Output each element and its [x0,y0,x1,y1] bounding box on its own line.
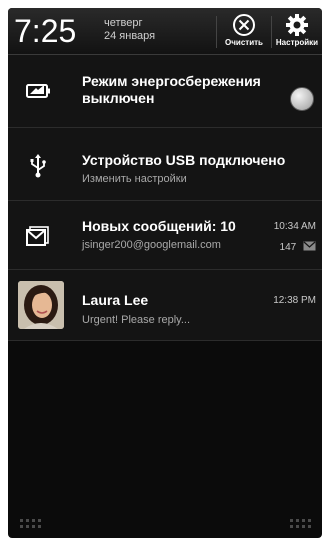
notification-subtitle: jsinger200@googlemail.com [82,239,221,251]
gmail-icon [18,225,58,252]
notification-panel: 7:25 четверг 24 января Очистить Настройк… [8,8,322,538]
notification-title: Laura Lee [82,292,149,308]
message-count-block: 147 [280,241,316,254]
clock-time: 7:25 [14,13,77,49]
status-header: 7:25 четверг 24 января Очистить Настройк… [8,8,322,55]
notification-message[interactable]: Laura Lee Urgent! Please reply... 12:38 … [8,270,322,341]
notification-subtitle: Изменить настройки [82,173,187,185]
notification-title: Режим энергосбережения выключен [82,73,261,107]
clear-icon [217,12,271,38]
weekday-label: четверг [104,17,143,29]
title-line: Режим энергосбережения [82,73,261,89]
drag-handle-right[interactable] [290,519,312,532]
clear-label: Очистить [225,38,263,47]
date-label: 24 января [104,30,156,42]
notification-time: 12:38 PM [273,295,316,306]
battery-saver-toggle[interactable] [290,87,314,111]
notification-battery-saver[interactable]: Режим энергосбережения выключен [8,55,322,128]
notification-title: Новых сообщений: 10 [82,218,236,234]
battery-saver-icon [18,81,58,106]
message-count: 147 [279,242,297,254]
notification-usb[interactable]: Устройство USB подключено Изменить настр… [8,128,322,201]
notification-time: 10:34 AM [273,221,316,232]
contact-avatar [18,281,64,329]
gear-icon [270,12,322,38]
clear-button[interactable]: Очистить [217,12,271,52]
settings-label: Настройки [275,38,319,47]
drag-handle-left[interactable] [20,519,42,532]
notification-subtitle: Urgent! Please reply... [82,314,191,326]
date-block: четверг 24 января [104,17,155,43]
usb-icon [18,154,58,183]
settings-button[interactable]: Настройки [270,12,322,52]
notification-title: Устройство USB подключено [82,152,286,168]
notification-gmail[interactable]: Новых сообщений: 10 jsinger200@googlemai… [8,201,322,270]
mail-icon [303,241,316,254]
title-line: выключен [82,90,155,106]
